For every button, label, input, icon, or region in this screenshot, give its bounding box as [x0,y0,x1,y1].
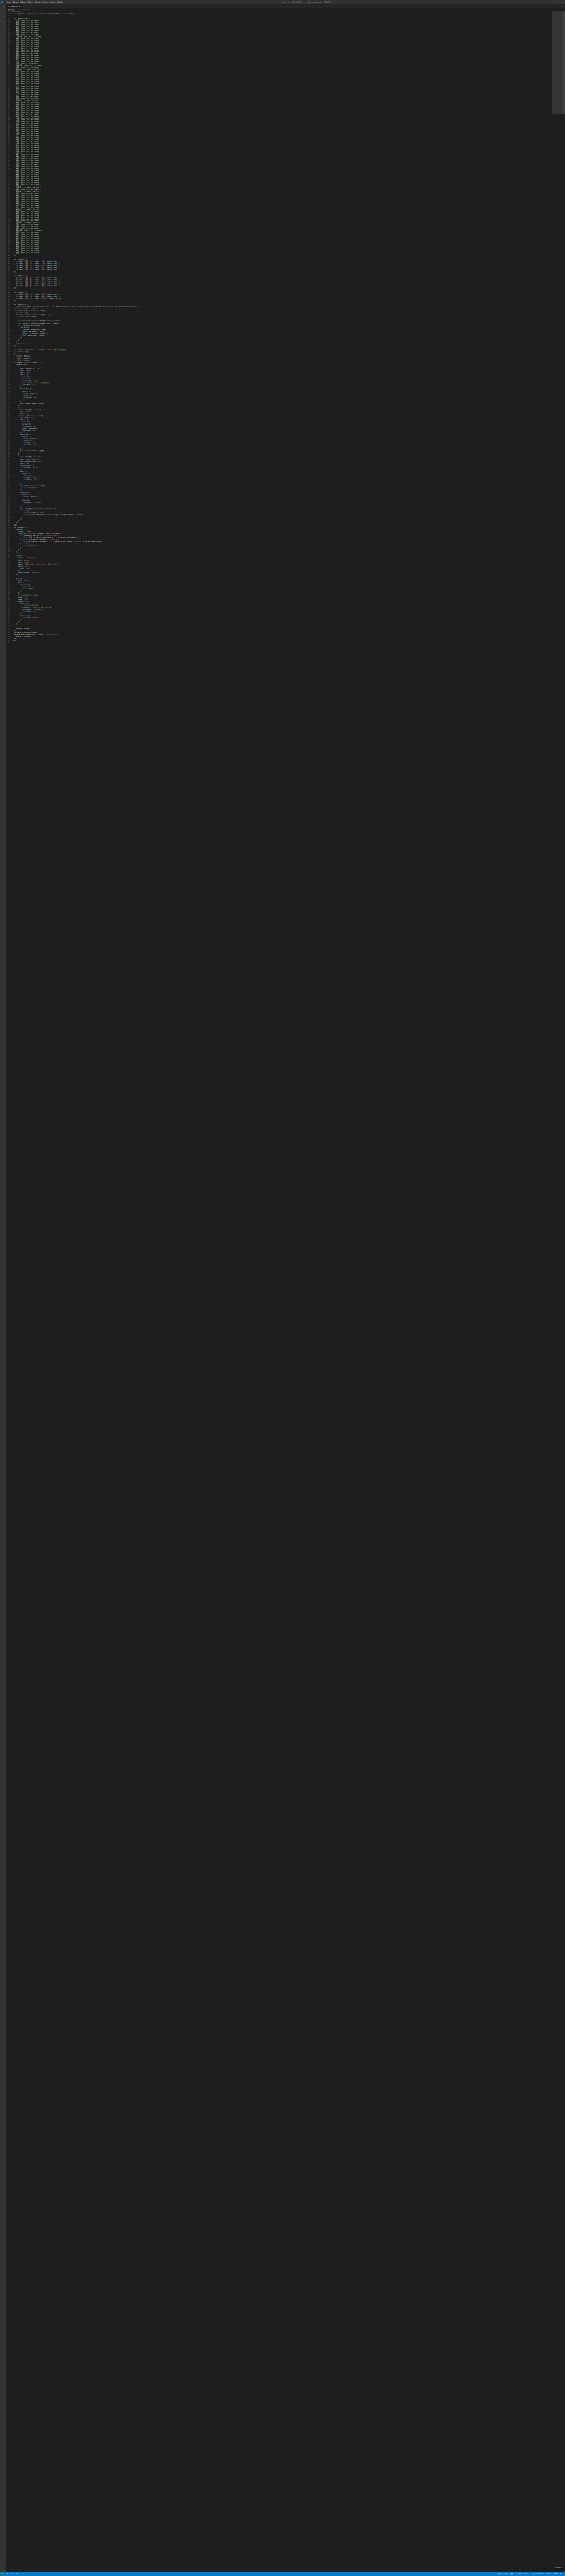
titlebar: 文件(F)编辑(E)选择(S)查看(V)转到(G)运行(R)终端(T)帮助(H)… [0,0,565,4]
warnings-indicator[interactable]: ⚠ 0 [15,2573,18,2575]
settings-gear-icon[interactable]: ⚙ [2,2569,5,2572]
editor-area: JS index.js ● ⫼ ⋯ 数据可视化 › JS › index.js … [6,4,565,2572]
search-icon[interactable]: ⌕ [2,10,5,13]
menu-bar: 文件(F)编辑(E)选择(S)查看(V)转到(G)运行(R)终端(T)帮助(H) [5,1,63,3]
menu-item[interactable]: 帮助(H) [57,1,63,3]
menu-item[interactable]: 转到(G) [35,1,41,3]
watermark: SENTRY [554,2567,563,2570]
errors-indicator[interactable]: ⊘ 0 [10,2573,12,2575]
close-button[interactable]: ✕ [560,1,564,3]
status-item[interactable]: { } JavaScript [531,2573,544,2575]
status-item[interactable]: 空格: 2 [510,2573,516,2575]
status-item[interactable]: 行 885，列 1 [498,2573,508,2575]
status-item[interactable]: UTF-8 [519,2573,523,2575]
menu-item[interactable]: 选择(S) [20,1,26,3]
code-editor[interactable]: (function () { var myChart = echarts.ini… [11,11,552,2572]
minimize-button[interactable]: — [550,1,554,3]
vscode-logo-icon [1,1,3,3]
explorer-icon[interactable]: ▢ [2,5,5,8]
tab-label: index.js [11,6,18,7]
remote-indicator[interactable]: >< [0,2573,4,2575]
menu-item[interactable]: 文件(F) [5,1,11,3]
git-branch-indicator[interactable]: ⎇ [6,2573,8,2575]
maximize-button[interactable]: □ [555,1,559,3]
modified-indicator-icon: ● [19,6,20,7]
source-control-icon[interactable]: ⎇ [2,15,5,19]
status-bar: >< ⎇ ⊘ 0 ⚠ 0 行 885，列 1空格: 2UTF-8CRLF{ } … [0,2572,565,2576]
status-item[interactable]: CRLF [525,2573,529,2575]
extensions-icon[interactable]: ⊞ [2,26,5,29]
js-file-icon: JS [8,6,10,7]
minimap-viewport[interactable] [552,11,563,114]
menu-item[interactable]: 终端(T) [49,1,55,3]
menu-item[interactable]: 查看(V) [27,1,33,3]
status-item[interactable]: 尽 ◔ [560,2573,563,2575]
window-controls: — □ ✕ [550,1,564,3]
menu-item[interactable]: 编辑(E) [12,1,18,3]
run-debug-icon[interactable]: ▷ [2,21,5,24]
activity-bar: ▢ ⌕ ⎇ ▷ ⊞ ◯ ⚙ [0,4,6,2572]
minimap[interactable] [552,11,563,2572]
tab-index-js[interactable]: JS index.js ● [6,4,22,8]
editor-tabs: JS index.js ● ⫼ ⋯ [6,4,565,8]
status-item[interactable]: ⊘ Port : 5500 [546,2573,558,2575]
more-actions-icon[interactable]: ⋯ [561,5,565,7]
window-title: index.js - 模板【已修改】 - Visual Studio Code … [63,1,550,3]
menu-item[interactable]: 运行(R) [42,1,48,3]
line-numbers-gutter: 544 545 546 547 548 549 550 551 552 553 … [6,11,11,2572]
accounts-icon[interactable]: ◯ [2,2564,5,2567]
split-editor-icon[interactable]: ⫼ [557,6,561,7]
